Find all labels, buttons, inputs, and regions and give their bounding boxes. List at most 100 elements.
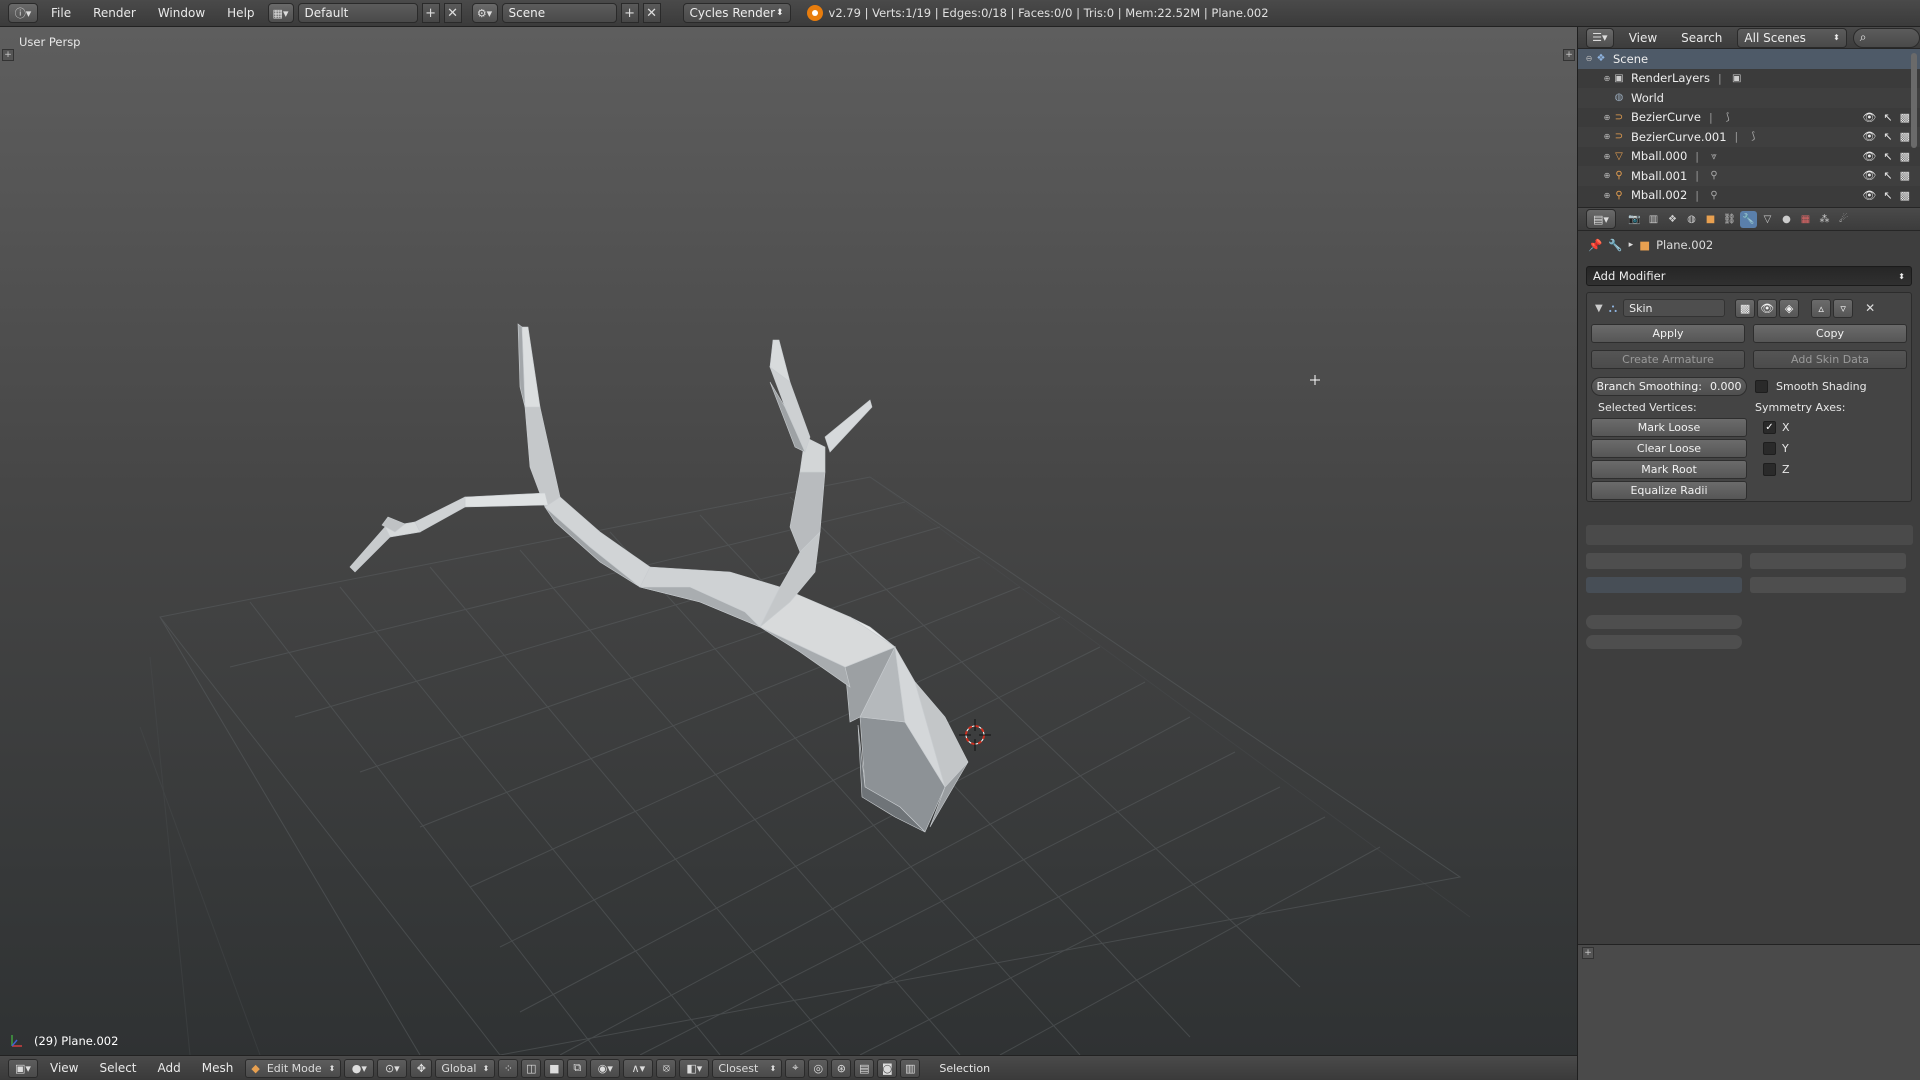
opengl-animation-icon[interactable]: ▥ [900,1058,921,1078]
clear-loose-button[interactable]: Clear Loose [1591,439,1747,458]
expand-icon[interactable]: ⊕ [1602,191,1612,200]
mark-root-button[interactable]: Mark Root [1591,460,1747,479]
constraints-tab-icon[interactable]: ⛓ [1721,211,1738,228]
face-select-icon[interactable]: ■ [544,1058,565,1078]
expand-icon[interactable]: ⊕ [1602,171,1612,180]
vertex-select-icon[interactable]: ⁘ [498,1058,519,1078]
outliner-row-world[interactable]: ◍ World [1578,88,1920,108]
remove-scene-button[interactable]: ✕ [642,3,661,23]
eye-icon[interactable]: 👁 [1862,189,1876,202]
expand-icon[interactable]: ⊕ [1602,113,1612,122]
outliner-editor-type-button[interactable]: ☰▾ [1586,27,1614,48]
cursor-select-icon[interactable]: ↖ [1883,169,1892,182]
render-layers-tab-icon[interactable]: ▥ [1645,211,1662,228]
eye-icon[interactable]: 👁 [1862,169,1876,182]
collapse-triangle-icon[interactable]: ▼ [1595,303,1603,314]
cursor-select-icon[interactable]: ↖ [1883,111,1892,124]
move-up-icon[interactable]: ▵ [1811,298,1832,318]
mode-dropdown[interactable]: ◆ Edit Mode ⬍ [245,1058,342,1078]
snap-target-dropdown[interactable]: Closest ⬍ [712,1058,783,1078]
transform-orientation-dropdown[interactable]: Global ⬍ [435,1058,496,1078]
outliner-row-beziercurve001[interactable]: ⊕ ⊃ BezierCurve.001 | ⟆ 👁 ↖ ▩ [1578,127,1920,147]
modifier-name-field[interactable]: Skin [1623,299,1726,317]
menu-select[interactable]: Select [90,1061,145,1075]
remove-modifier-icon[interactable]: ✕ [1865,301,1875,315]
eye-icon[interactable]: 👁 [1862,111,1876,124]
scene-tab-icon[interactable]: ❖ [1664,211,1681,228]
snap-self-icon[interactable]: ⊛ [831,1058,852,1078]
render-tab-icon[interactable]: 📷 [1626,211,1643,228]
apply-button[interactable]: Apply [1591,324,1745,343]
render-engine-dropdown[interactable]: Cycles Render ⬍ [682,3,791,23]
viewport-toggle-icon[interactable]: 👁 [1757,298,1778,318]
add-scene-button[interactable]: + [620,3,639,23]
expand-icon[interactable]: ⊕ [1602,152,1612,161]
eye-icon[interactable]: 👁 [1862,130,1876,143]
modifiers-tab-icon[interactable]: 🔧 [1740,210,1757,228]
snap-project-icon[interactable]: ◎ [808,1058,829,1078]
snap-element-button[interactable]: ◧▾ [679,1058,710,1078]
snap-align-icon[interactable]: ⌖ [785,1058,806,1078]
outliner-row-mball000[interactable]: ⊕ ▽ Mball.000 | ⩔ 👁 ↖ ▩ [1578,147,1920,167]
menu-window[interactable]: Window [149,6,214,20]
render-preview-icon[interactable]: ▤ [854,1058,875,1078]
outliner-row-renderlayers[interactable]: ⊕ ▣ RenderLayers | ▣ [1578,69,1920,89]
cursor-select-icon[interactable]: ↖ [1883,189,1892,202]
camera-render-icon[interactable]: ▩ [1900,169,1910,182]
info-editor-type-button[interactable]: ⓘ▾ [8,3,38,23]
menu-view[interactable]: View [41,1061,87,1075]
symmetry-z-checkbox[interactable] [1763,463,1776,476]
move-down-icon[interactable]: ▿ [1833,298,1854,318]
limit-selection-icon[interactable]: ⧉ [567,1058,588,1078]
expand-icon[interactable]: ⊕ [1602,132,1612,141]
data-tab-icon[interactable]: ▽ [1759,211,1776,228]
layout-name-field[interactable]: Default [297,3,418,23]
toolshelf-toggle-button[interactable]: + [2,49,14,61]
camera-render-icon[interactable]: ▩ [1900,150,1910,163]
add-skin-data-button[interactable]: Add Skin Data [1753,350,1907,369]
menu-file[interactable]: File [42,6,80,20]
properties-region-toggle-button[interactable]: + [1563,49,1575,61]
menu-mesh[interactable]: Mesh [193,1061,243,1075]
outliner-display-mode-dropdown[interactable]: All Scenes ⬍ [1737,27,1847,48]
3d-cursor[interactable] [959,719,991,751]
camera-render-icon[interactable]: ▩ [1900,130,1910,143]
3d-viewport[interactable]: User Persp (29) Plane.002 + + [0,27,1577,1055]
eye-icon[interactable]: 👁 [1862,150,1876,163]
menu-help[interactable]: Help [218,6,263,20]
view3d-editor-type-button[interactable]: ▣▾ [8,1058,38,1078]
scene-selector-icon[interactable]: ⚙▾ [471,3,498,23]
outliner-menu-search[interactable]: Search [1672,31,1731,45]
camera-render-icon[interactable]: ▩ [1900,189,1910,202]
outliner-row-beziercurve[interactable]: ⊕ ⊃ BezierCurve | ⟆ 👁 ↖ ▩ [1578,108,1920,128]
outliner-search-input[interactable]: ⌕ [1852,27,1920,48]
symmetry-y-checkbox[interactable] [1763,442,1776,455]
symmetry-x-checkbox[interactable]: ✓ [1763,421,1776,434]
pivot-point-button[interactable]: ⊙▾ [377,1058,408,1078]
remove-layout-button[interactable]: ✕ [443,3,462,23]
manipulator-toggle-icon[interactable]: ✥ [410,1058,433,1078]
outliner-row-mball001[interactable]: ⊕ ⚲ Mball.001 | ⚲ 👁 ↖ ▩ [1578,166,1920,186]
outliner-row-mball002[interactable]: ⊕ ⚲ Mball.002 | ⚲ 👁 ↖ ▩ [1578,186,1920,206]
outliner-row-scene[interactable]: ⊖ ❖ Scene [1578,49,1920,69]
editmode-toggle-icon[interactable]: ◈ [1779,298,1800,318]
scene-name-field[interactable]: Scene [501,3,617,23]
pin-icon[interactable]: 📌 [1588,238,1602,252]
material-tab-icon[interactable]: ● [1778,211,1795,228]
collapse-icon[interactable]: ⊖ [1584,54,1594,63]
object-tab-icon[interactable]: ■ [1702,211,1719,228]
screen-layout-icon[interactable]: ▦▾ [267,3,294,23]
mark-loose-button[interactable]: Mark Loose [1591,418,1747,437]
physics-tab-icon[interactable]: ☄ [1835,211,1852,228]
copy-button[interactable]: Copy [1753,324,1907,343]
menu-render[interactable]: Render [84,6,145,20]
region-toggle-button[interactable]: + [1582,947,1594,959]
camera-render-icon[interactable]: ▩ [1900,111,1910,124]
expand-icon[interactable]: ⊕ [1602,74,1612,83]
edge-select-icon[interactable]: ◫ [521,1058,542,1078]
branch-smoothing-field[interactable]: Branch Smoothing: 0.000 [1591,377,1747,396]
equalize-radii-button[interactable]: Equalize Radii [1591,481,1747,500]
falloff-button[interactable]: ∧▾ [623,1058,654,1078]
proportional-editing-button[interactable]: ◉▾ [590,1058,621,1078]
particles-tab-icon[interactable]: ⁂ [1816,211,1833,228]
